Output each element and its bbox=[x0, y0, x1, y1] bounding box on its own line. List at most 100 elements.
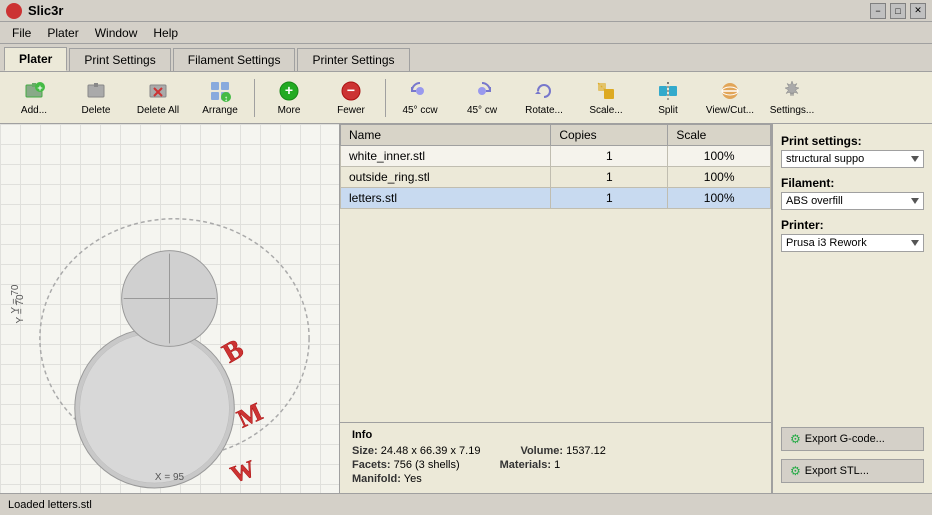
cell-copies: 1 bbox=[551, 167, 668, 188]
col-copies: Copies bbox=[551, 125, 668, 146]
menu-help[interactable]: Help bbox=[145, 24, 186, 42]
info-title: Info bbox=[352, 429, 759, 441]
more-button[interactable]: + More bbox=[259, 75, 319, 121]
arrange-icon: ↕ bbox=[208, 79, 232, 103]
tab-print-settings[interactable]: Print Settings bbox=[69, 48, 170, 71]
viewport[interactable]: B M W Y = 70 X = 95 Y = 70 X = 95 bbox=[0, 124, 340, 493]
fewer-label: Fewer bbox=[337, 105, 365, 116]
separator-1 bbox=[254, 79, 255, 117]
rotate-ccw-button[interactable]: 45° ccw bbox=[390, 75, 450, 121]
viewport-svg: B M W Y = 70 X = 95 bbox=[0, 124, 339, 493]
manifold-value: Yes bbox=[404, 473, 422, 485]
split-button[interactable]: Split bbox=[638, 75, 698, 121]
delete-icon bbox=[84, 79, 108, 103]
export-gcode-label: Export G-code... bbox=[805, 433, 885, 445]
viewcut-icon bbox=[718, 79, 742, 103]
add-label: Add... bbox=[21, 105, 47, 116]
app-logo bbox=[6, 3, 22, 19]
add-button[interactable]: + Add... bbox=[4, 75, 64, 121]
svg-text:M: M bbox=[233, 397, 267, 434]
printer-select[interactable]: Prusa i3 Rework bbox=[781, 234, 924, 252]
viewcut-button[interactable]: View/Cut... bbox=[700, 75, 760, 121]
rotate-icon bbox=[532, 79, 556, 103]
fewer-button[interactable]: − Fewer bbox=[321, 75, 381, 121]
info-panel: Info Size: 24.48 x 66.39 x 7.19 Volume: … bbox=[340, 422, 771, 493]
menubar: File Plater Window Help bbox=[0, 22, 932, 44]
delete-label: Delete bbox=[82, 105, 111, 116]
filament-select[interactable]: ABS overfill bbox=[781, 192, 924, 210]
svg-text:W: W bbox=[227, 456, 258, 489]
printer-label: Printer: bbox=[781, 218, 924, 232]
app-title: Slic3r bbox=[28, 3, 63, 18]
print-settings-label: Print settings: bbox=[781, 134, 924, 148]
scale-label: Scale... bbox=[589, 105, 622, 116]
tab-printer-settings[interactable]: Printer Settings bbox=[297, 48, 409, 71]
svg-text:↕: ↕ bbox=[224, 94, 228, 103]
scale-button[interactable]: Scale... bbox=[576, 75, 636, 121]
filament-label: Filament: bbox=[781, 176, 924, 190]
facets-value: 756 (3 shells) bbox=[394, 459, 460, 471]
right-panel: Name Copies Scale white_inner.stl 1 100%… bbox=[340, 124, 772, 493]
materials-label: Materials: bbox=[500, 459, 551, 471]
delete-all-label: Delete All bbox=[137, 105, 179, 116]
export-stl-button[interactable]: ⚙ Export STL... bbox=[781, 459, 924, 483]
window-controls: − □ ✕ bbox=[870, 3, 926, 19]
cell-copies: 1 bbox=[551, 146, 668, 167]
status-message: Loaded letters.stl bbox=[8, 499, 92, 511]
size-value: 24.48 x 66.39 x 7.19 bbox=[381, 445, 481, 457]
file-table: Name Copies Scale white_inner.stl 1 100%… bbox=[340, 124, 771, 209]
statusbar: Loaded letters.stl bbox=[0, 493, 932, 515]
main-content: B M W Y = 70 X = 95 Y = 70 X = 95 Name bbox=[0, 124, 932, 493]
restore-button[interactable]: □ bbox=[890, 3, 906, 19]
materials-value: 1 bbox=[554, 459, 560, 471]
menu-plater[interactable]: Plater bbox=[39, 24, 86, 42]
cell-name: outside_ring.stl bbox=[341, 167, 551, 188]
tabbar: Plater Print Settings Filament Settings … bbox=[0, 44, 932, 72]
menu-file[interactable]: File bbox=[4, 24, 39, 42]
arrange-button[interactable]: ↕ Arrange bbox=[190, 75, 250, 121]
close-button[interactable]: ✕ bbox=[910, 3, 926, 19]
fewer-icon: − bbox=[339, 79, 363, 103]
settings-panel: Print settings: structural suppo Filamen… bbox=[772, 124, 932, 493]
cell-copies: 1 bbox=[551, 188, 668, 209]
settings-label: Settings... bbox=[770, 105, 814, 116]
menu-window[interactable]: Window bbox=[87, 24, 146, 42]
table-row[interactable]: outside_ring.stl 1 100% bbox=[341, 167, 771, 188]
arrange-label: Arrange bbox=[202, 105, 238, 116]
cell-name: white_inner.stl bbox=[341, 146, 551, 167]
ccw-icon bbox=[408, 79, 432, 103]
add-icon: + bbox=[22, 79, 46, 103]
export-stl-label: Export STL... bbox=[805, 465, 869, 477]
svg-text:+: + bbox=[285, 82, 293, 98]
tab-filament-settings[interactable]: Filament Settings bbox=[173, 48, 296, 71]
separator-2 bbox=[385, 79, 386, 117]
minimize-button[interactable]: − bbox=[870, 3, 886, 19]
info-row-manifold: Manifold: Yes bbox=[352, 473, 759, 485]
delete-button[interactable]: Delete bbox=[66, 75, 126, 121]
tab-plater[interactable]: Plater bbox=[4, 47, 67, 71]
facets-label: Facets: bbox=[352, 459, 391, 471]
table-row[interactable]: letters.stl 1 100% bbox=[341, 188, 771, 209]
more-icon: + bbox=[277, 79, 301, 103]
settings-toolbar-button[interactable]: Settings... bbox=[762, 75, 822, 121]
rotate-cw-button[interactable]: 45° cw bbox=[452, 75, 512, 121]
cell-scale: 100% bbox=[668, 167, 771, 188]
info-row-facets: Facets: 756 (3 shells) Materials: 1 bbox=[352, 459, 759, 471]
col-name: Name bbox=[341, 125, 551, 146]
manifold-label: Manifold: bbox=[352, 473, 401, 485]
volume-value: 1537.12 bbox=[566, 445, 606, 457]
col-scale: Scale bbox=[668, 125, 771, 146]
spacer bbox=[781, 260, 924, 419]
export-gcode-button[interactable]: ⚙ Export G-code... bbox=[781, 427, 924, 451]
size-label: Size: bbox=[352, 445, 378, 457]
cell-scale: 100% bbox=[668, 146, 771, 167]
export-gcode-icon: ⚙ bbox=[790, 432, 801, 446]
titlebar: Slic3r − □ ✕ bbox=[0, 0, 932, 22]
table-row[interactable]: white_inner.stl 1 100% bbox=[341, 146, 771, 167]
cw-label: 45° cw bbox=[467, 105, 497, 116]
print-settings-select[interactable]: structural suppo bbox=[781, 150, 924, 168]
cell-scale: 100% bbox=[668, 188, 771, 209]
delete-all-button[interactable]: Delete All bbox=[128, 75, 188, 121]
export-stl-icon: ⚙ bbox=[790, 464, 801, 478]
rotate-button[interactable]: Rotate... bbox=[514, 75, 574, 121]
